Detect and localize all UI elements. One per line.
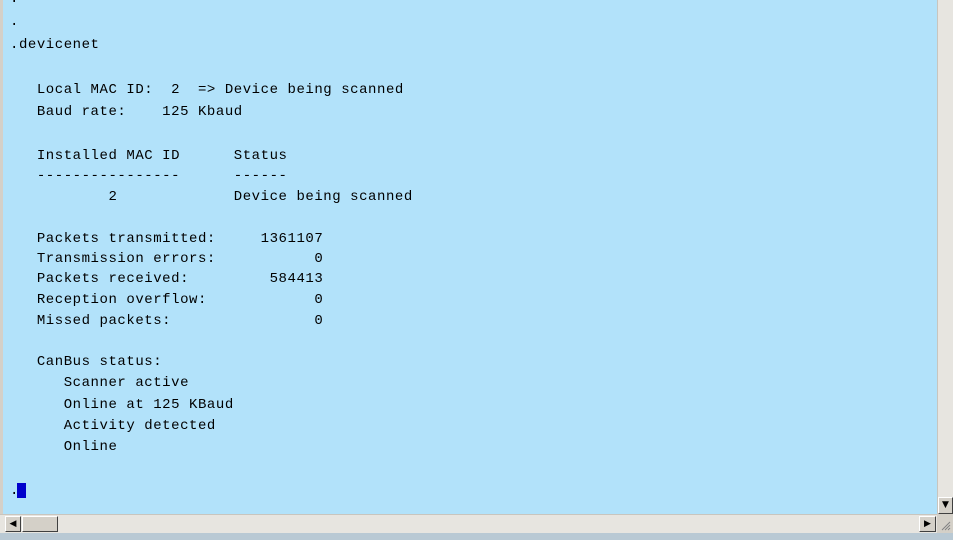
scroll-right-button[interactable]: ▶	[919, 516, 936, 532]
terminal-line: Transmission errors: 0	[10, 251, 324, 267]
resize-grip-icon	[941, 521, 951, 531]
vertical-scrollbar[interactable]: ▼	[937, 0, 953, 514]
terminal-output[interactable]: . . .devicenet Local MAC ID: 2 => Device…	[3, 0, 937, 514]
terminal-line: Packets received: 584413	[10, 271, 324, 287]
scroll-down-button[interactable]: ▼	[938, 497, 953, 514]
terminal-line: CanBus status:	[10, 354, 163, 370]
terminal-line: Activity detected	[10, 418, 216, 434]
terminal-line: .	[10, 14, 19, 30]
scroll-left-button[interactable]: ◀	[5, 516, 21, 532]
terminal-line: Scanner active	[10, 375, 190, 391]
terminal-window: . . .devicenet Local MAC ID: 2 => Device…	[0, 0, 953, 540]
terminal-line: ---------------- ------	[10, 168, 288, 184]
arrow-right-icon: ▶	[924, 518, 931, 529]
terminal-line: Baud rate: 125 Kbaud	[10, 104, 243, 120]
terminal-line: Installed MAC ID Status	[10, 148, 288, 164]
arrow-down-icon: ▼	[942, 500, 949, 510]
terminal-line: Local MAC ID: 2 => Device being scanned	[10, 82, 404, 98]
window-bottom-border	[0, 533, 953, 540]
terminal-line: Online at 125 KBaud	[10, 397, 234, 413]
terminal-line: Missed packets: 0	[10, 313, 324, 329]
horizontal-scroll-thumb[interactable]	[22, 516, 58, 532]
horizontal-scrollbar[interactable]: ◀ ▶	[0, 514, 937, 533]
terminal-line: Reception overflow: 0	[10, 292, 324, 308]
text-cursor	[17, 483, 26, 498]
terminal-line: Packets transmitted: 1361107	[10, 231, 324, 247]
terminal-line: .	[10, 0, 19, 7]
terminal-line: 2 Device being scanned	[10, 189, 413, 205]
terminal-line: Online	[10, 439, 118, 455]
terminal-line: .devicenet	[10, 37, 100, 53]
arrow-left-icon: ◀	[9, 518, 17, 529]
size-grip[interactable]	[937, 514, 953, 533]
